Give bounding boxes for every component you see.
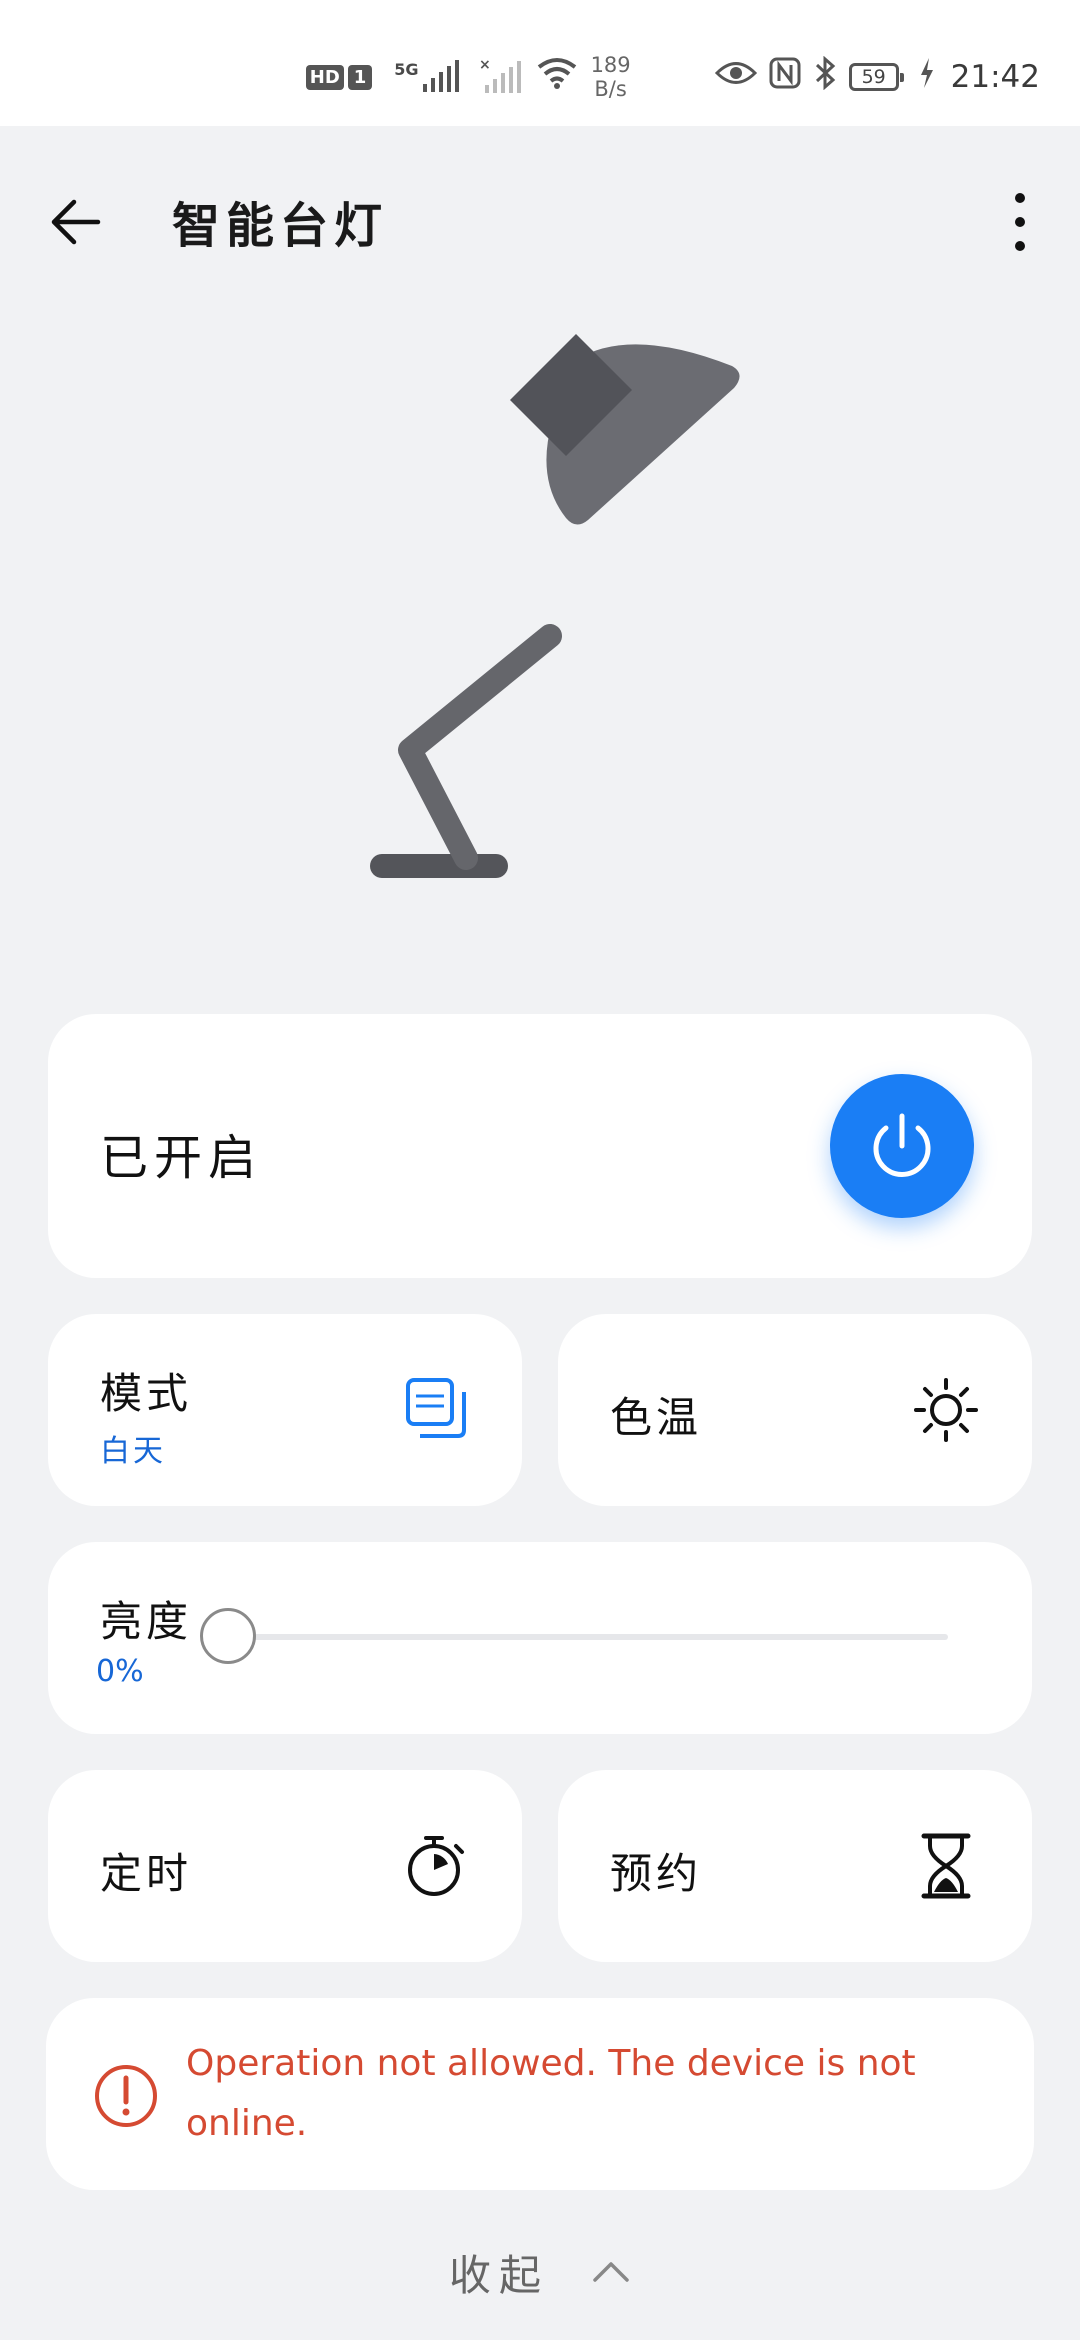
power-status-label: 已开启 [100, 1130, 263, 1186]
sim-icon: 1 [347, 64, 373, 90]
power-icon [873, 1113, 931, 1177]
app-bar: 智能台灯 [0, 126, 1080, 306]
network-speed: 189 B/s [590, 53, 631, 101]
power-card: 已开启 [48, 1014, 1032, 1278]
error-message-text: Operation not allowed. The device is not… [186, 2043, 916, 2144]
collapse-button[interactable]: 收起 [0, 2232, 1080, 2312]
hd-indicator: HD 1 [305, 64, 373, 90]
wifi-icon [535, 55, 579, 99]
error-message-card: Operation not allowed. The device is not… [46, 1998, 1034, 2190]
timer-label: 定时 [100, 1849, 193, 1898]
hd-icon: HD [305, 64, 344, 90]
sun-icon [914, 1378, 978, 1442]
clock: 21:42 [950, 59, 1040, 95]
brightness-label: 亮度 [100, 1597, 193, 1646]
more-vertical-icon [1015, 193, 1025, 251]
collapse-label: 收起 [448, 2250, 549, 2300]
brightness-slider-thumb[interactable] [200, 1608, 256, 1664]
hourglass-icon [921, 1833, 971, 1899]
stopwatch-icon [408, 1836, 464, 1896]
bluetooth-icon [813, 55, 837, 98]
charging-icon [919, 58, 935, 96]
schedule-label: 预约 [610, 1849, 703, 1898]
more-options-button[interactable] [1000, 182, 1040, 262]
nfc-icon [769, 57, 801, 97]
page-title: 智能台灯 [172, 198, 389, 254]
brightness-card: 亮度 0% [48, 1542, 1032, 1734]
back-button[interactable] [40, 182, 120, 262]
exclamation-circle-icon [95, 2065, 157, 2127]
arrow-left-icon [51, 199, 101, 245]
eye-comfort-icon [714, 58, 757, 96]
battery-icon: 59 [848, 63, 904, 91]
timer-card[interactable]: 定时 [48, 1770, 522, 1962]
mode-value: 白天 [100, 1434, 166, 1469]
svg-text:×: × [479, 59, 491, 73]
color-temperature-card[interactable]: 色温 [558, 1314, 1032, 1506]
brightness-slider-track[interactable] [228, 1634, 948, 1640]
mode-card[interactable]: 模式 白天 [48, 1314, 522, 1506]
mode-icon [406, 1378, 466, 1438]
color-temperature-label: 色温 [610, 1393, 703, 1442]
signal-5g-icon: 5G [394, 60, 460, 94]
chevron-up-icon [593, 2262, 629, 2282]
signal-no-service-icon: × [479, 59, 523, 95]
desk-lamp-illustration [370, 334, 740, 878]
power-button[interactable] [830, 1074, 974, 1218]
brightness-value: 0% [96, 1654, 144, 1689]
schedule-card[interactable]: 预约 [558, 1770, 1032, 1962]
mode-label: 模式 [100, 1369, 193, 1418]
status-bar: HD 1 5G × 189 B/s 59 21:42 [0, 0, 1080, 126]
